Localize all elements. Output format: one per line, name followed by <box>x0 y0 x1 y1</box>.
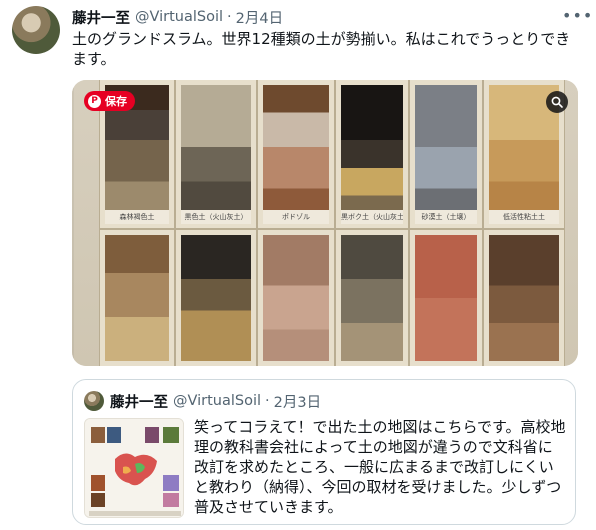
soil-sample-7 <box>100 230 174 366</box>
more-options-icon[interactable]: ••• <box>562 8 592 24</box>
tweet-header: 藤井一至 @VirtualSoil · 2月4日 <box>72 6 283 28</box>
quoted-tweet[interactable]: 藤井一至 @VirtualSoil · 2月3日 笑ってコラえて！で出た土の地図… <box>72 379 576 525</box>
save-label: 保存 <box>105 95 127 108</box>
pinterest-icon: P <box>88 94 101 108</box>
tweet-text: 土のグランドスラム。世界12種類の土が勢揃い。私はこれでうっとりできます。 <box>72 30 571 68</box>
soil-sample-9 <box>258 230 334 366</box>
soil-label-2: 黒色土（火山灰土） <box>181 210 251 224</box>
soil-sample-4: 黒ボク土（火山灰土） <box>336 80 408 228</box>
soil-label-5: 砂漠土（土壌） <box>415 210 477 224</box>
soil-label-3: ポドゾル <box>263 210 329 224</box>
quoted-separator-dot: · <box>265 393 270 409</box>
tweet-date[interactable]: 2月4日 <box>236 7 283 28</box>
soil-sample-10 <box>336 230 408 366</box>
soil-sample-8 <box>176 230 256 366</box>
author-handle[interactable]: @VirtualSoil <box>135 9 223 25</box>
soil-label-4: 黒ボク土（火山灰土） <box>341 210 403 224</box>
soil-sample-12 <box>484 230 564 366</box>
soil-sample-3: ポドゾル <box>258 80 334 228</box>
visual-search-icon[interactable] <box>546 91 568 113</box>
tweet-media[interactable]: 森林褐色土 黒色土（火山灰土） ポドゾル 黒ボク土（火山灰土） 砂漠土（土壌） … <box>72 80 578 366</box>
soil-sample-11 <box>410 230 482 366</box>
quoted-author-handle: @VirtualSoil <box>173 393 262 409</box>
pinterest-save-button[interactable]: P 保存 <box>84 91 135 111</box>
quoted-tweet-thumbnail <box>84 418 184 518</box>
author-name[interactable]: 藤井一至 <box>72 7 130 28</box>
separator-dot: · <box>227 9 232 25</box>
author-avatar[interactable] <box>12 6 60 54</box>
quoted-author-avatar <box>84 391 104 411</box>
soil-label-1: 森林褐色土 <box>105 210 169 224</box>
soil-label-6: 低活性粘土土 <box>489 210 559 224</box>
quoted-tweet-date: 2月3日 <box>273 394 322 411</box>
quoted-author-name: 藤井一至 <box>110 394 168 411</box>
quoted-tweet-text: 笑ってコラえて！で出た土の地図はこちらです。高校地理の教科書会社によって土の地図… <box>194 418 566 516</box>
quoted-tweet-header: 藤井一至 @VirtualSoil · 2月3日 <box>110 391 321 411</box>
soil-sample-2: 黒色土（火山灰土） <box>176 80 256 228</box>
soil-sample-5: 砂漠土（土壌） <box>410 80 482 228</box>
